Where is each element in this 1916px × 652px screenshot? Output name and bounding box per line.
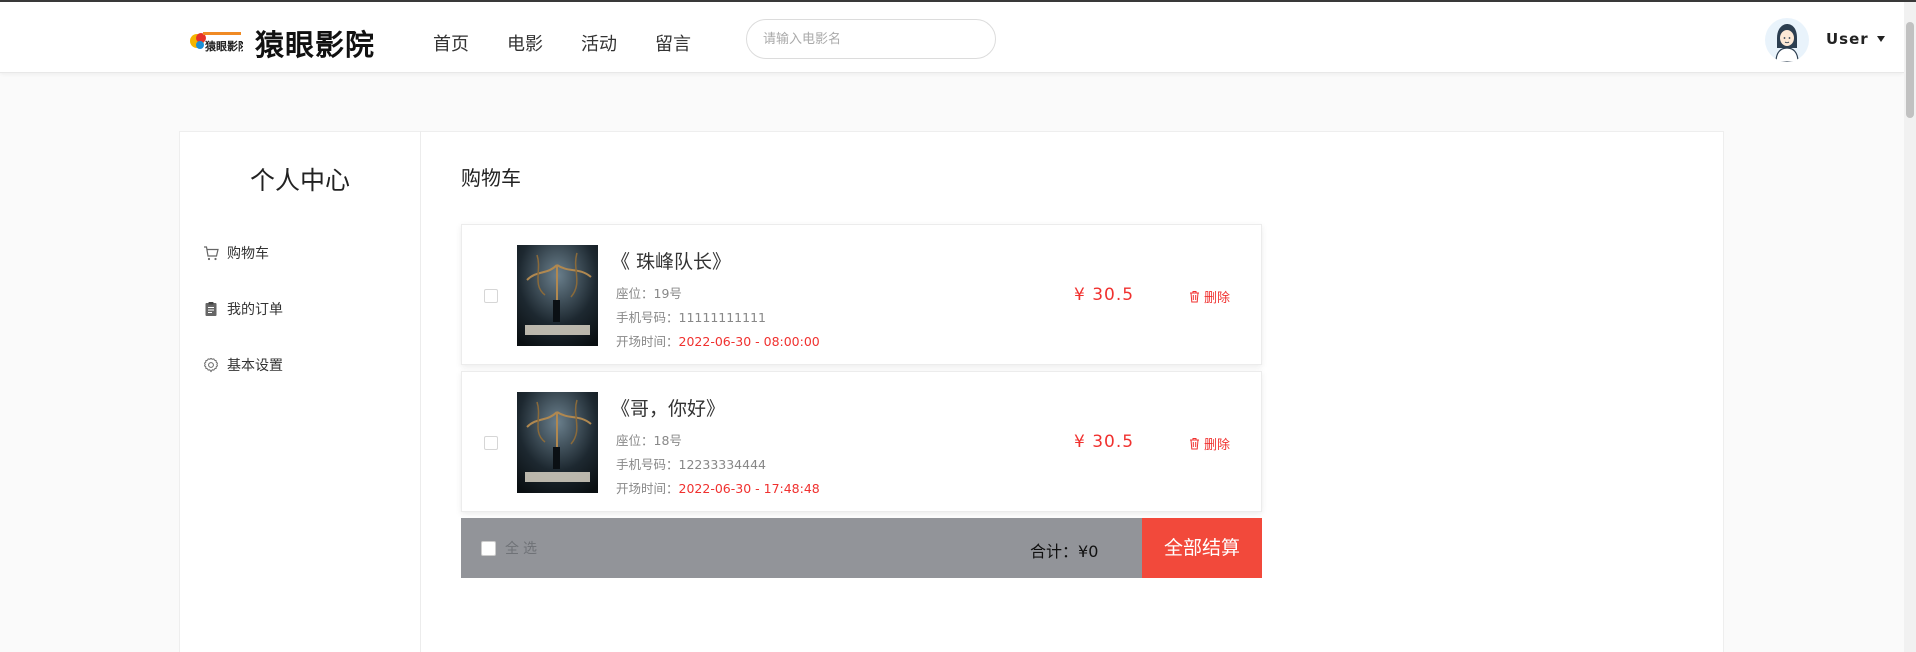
poster-image bbox=[517, 245, 598, 346]
showtime-value: 2022-06-30 - 08:00:00 bbox=[678, 334, 820, 349]
nav-events[interactable]: 活动 bbox=[581, 30, 617, 56]
sidebar-item-cart[interactable]: 购物车 bbox=[203, 243, 269, 263]
item-price: ¥ 30.5 bbox=[1074, 432, 1135, 452]
clipboard-icon bbox=[205, 302, 217, 316]
showtime-info: 开场时间：2022-06-30 - 08:00:00 bbox=[616, 331, 820, 350]
scrollbar-thumb[interactable] bbox=[1906, 22, 1914, 118]
user-avatar-icon bbox=[1775, 24, 1799, 62]
phone-info: 手机号码：11111111111 bbox=[616, 307, 766, 326]
svg-text:猿眼影院: 猿眼影院 bbox=[204, 39, 243, 53]
sidebar-item-orders[interactable]: 我的订单 bbox=[203, 299, 283, 319]
seat-label: 座位： bbox=[616, 286, 654, 301]
nav-messages[interactable]: 留言 bbox=[655, 30, 691, 56]
movie-poster[interactable] bbox=[517, 245, 598, 346]
search-input[interactable] bbox=[746, 19, 996, 59]
showtime-label: 开场时间： bbox=[616, 481, 679, 496]
user-menu[interactable]: User bbox=[1826, 30, 1885, 48]
showtime-value: 2022-06-30 - 17:48:48 bbox=[678, 481, 820, 496]
gear-icon bbox=[204, 357, 218, 373]
showtime-info: 开场时间：2022-06-30 - 17:48:48 bbox=[616, 478, 820, 497]
user-name: User bbox=[1826, 30, 1869, 48]
main-nav: 首页 电影 活动 留言 bbox=[433, 30, 691, 56]
delete-label: 删除 bbox=[1204, 438, 1231, 453]
select-all-label[interactable]: 全选 bbox=[505, 538, 541, 558]
sidebar-item-label: 购物车 bbox=[227, 246, 269, 262]
sidebar-item-label: 基本设置 bbox=[227, 358, 283, 374]
trash-icon bbox=[1190, 438, 1199, 450]
seat-info: 座位：19号 bbox=[616, 283, 682, 302]
showtime-label: 开场时间： bbox=[616, 334, 679, 349]
poster-image bbox=[517, 392, 598, 493]
logo-icon[interactable]: 猿眼影院 bbox=[189, 26, 243, 56]
movie-poster[interactable] bbox=[517, 392, 598, 493]
avatar[interactable] bbox=[1765, 18, 1809, 62]
movie-title: 《哥，你好》 bbox=[611, 398, 726, 420]
item-price: ¥ 30.5 bbox=[1074, 285, 1135, 305]
movie-title: 《 珠峰队长》 bbox=[611, 251, 732, 273]
phone-label: 手机号码： bbox=[616, 457, 679, 472]
delete-label: 删除 bbox=[1204, 291, 1231, 306]
top-nav-bar: 猿眼影院 猿眼影院 首页 电影 活动 留言 User bbox=[0, 2, 1904, 73]
delete-button[interactable]: 删除 bbox=[1188, 434, 1230, 453]
seat-info: 座位：18号 bbox=[616, 430, 682, 449]
sidebar: 个人中心 购物车 我的订单 基本设置 bbox=[179, 131, 421, 652]
seat-value: 18号 bbox=[653, 433, 682, 448]
select-all-checkbox[interactable] bbox=[481, 541, 496, 556]
sidebar-title: 个人中心 bbox=[249, 166, 350, 195]
total-value: ¥0 bbox=[1078, 542, 1099, 561]
trash-icon bbox=[1190, 291, 1199, 303]
scrollbar[interactable] bbox=[1904, 2, 1916, 652]
seat-label: 座位： bbox=[616, 433, 654, 448]
cart-item: 《哥，你好》 座位：18号 手机号码：12233334444 开场时间：2022… bbox=[461, 371, 1262, 512]
total-label: 合计： bbox=[1030, 542, 1079, 561]
phone-info: 手机号码：12233334444 bbox=[616, 454, 766, 473]
phone-label: 手机号码： bbox=[616, 310, 679, 325]
nav-home[interactable]: 首页 bbox=[433, 30, 469, 56]
item-checkbox[interactable] bbox=[484, 436, 498, 450]
phone-value: 11111111111 bbox=[678, 310, 766, 325]
nav-movies[interactable]: 电影 bbox=[507, 30, 543, 56]
sidebar-item-settings[interactable]: 基本设置 bbox=[203, 355, 283, 375]
caret-down-icon bbox=[1876, 36, 1885, 42]
seat-value: 19号 bbox=[653, 286, 682, 301]
cart-item: 《 珠峰队长》 座位：19号 手机号码：11111111111 开场时间：202… bbox=[461, 224, 1262, 365]
phone-value: 12233334444 bbox=[678, 457, 766, 472]
page-title: 购物车 bbox=[461, 166, 521, 190]
brand-name[interactable]: 猿眼影院 bbox=[255, 22, 375, 64]
checkout-all-button[interactable]: 全部结算 bbox=[1142, 518, 1262, 578]
sidebar-item-label: 我的订单 bbox=[227, 302, 283, 318]
item-checkbox[interactable] bbox=[484, 289, 498, 303]
total-amount: 合计：¥0 bbox=[1030, 538, 1098, 562]
cart-icon bbox=[204, 246, 219, 261]
cart-footer: 全选 合计：¥0 全部结算 bbox=[461, 518, 1262, 578]
delete-button[interactable]: 删除 bbox=[1188, 287, 1230, 306]
